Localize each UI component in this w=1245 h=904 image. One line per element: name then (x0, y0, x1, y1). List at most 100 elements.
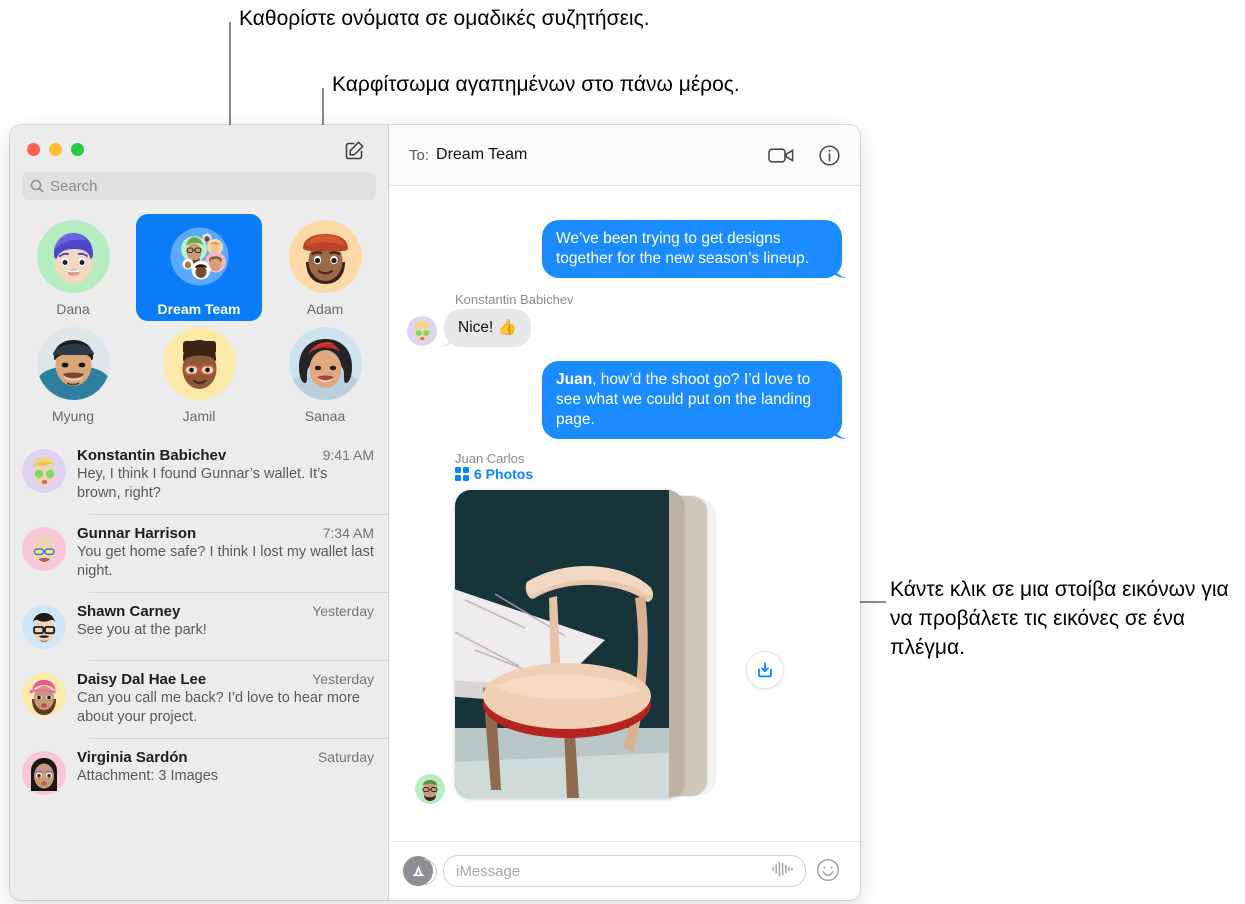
conversation-row-daisy-dal-hae-lee[interactable]: Daisy Dal Hae Lee Yesterday Can you call… (10, 660, 388, 738)
conversation-body: Virginia Sardón Saturday Attachment: 3 I… (77, 749, 374, 795)
message-composer: iMessage (389, 841, 860, 900)
conversation-body: Gunnar Harrison 7:34 AM You get home saf… (77, 525, 374, 581)
message-bubble-incoming[interactable]: Nice! 👍 (439, 309, 531, 347)
conversation-preview: Can you call me back? I’d love to hear m… (77, 690, 360, 725)
callout-pin-favorites: Καρφίτσωμα αγαπημένων στο πάνω μέρος. (332, 73, 740, 96)
message-input[interactable]: iMessage (443, 855, 806, 887)
message-bubble-outgoing[interactable]: Juan, how’d the shoot go? I’d love to se… (542, 361, 847, 439)
message-text: Nice! 👍 (458, 319, 517, 336)
message-row-outgoing: We’ve been trying to get designs togethe… (407, 220, 847, 278)
conversation-pane: To: Dream Team We’ve been trying to get … (388, 125, 860, 900)
conversation-body: Konstantin Babichev 9:41 AM Hey, I think… (77, 447, 374, 503)
conversation-time: Yesterday (312, 603, 374, 619)
pinned-item-adam[interactable]: Adam (262, 214, 388, 321)
photo-thumbnail[interactable] (455, 490, 683, 798)
pinned-conversations: Dana Dream Team Adam Myung Jamil Sanaa (10, 200, 388, 428)
minimize-button[interactable] (49, 143, 62, 156)
conversation-preview: Attachment: 3 Images (77, 768, 219, 784)
conversation-body: Daisy Dal Hae Lee Yesterday Can you call… (77, 671, 374, 727)
conversation-name: Shawn Carney (77, 603, 181, 620)
message-sender-name: Juan Carlos (455, 451, 525, 466)
conversation-preview: Hey, I think I found Gunnar’s wallet. It… (77, 466, 328, 501)
conversation-body: Shawn Carney Yesterday See you at the pa… (77, 603, 374, 649)
pinned-item-sanaa[interactable]: Sanaa (262, 321, 388, 428)
message-row-outgoing-mention: Juan, how’d the shoot go? I’d love to se… (407, 361, 847, 439)
close-button[interactable] (27, 143, 40, 156)
message-bubble-outgoing[interactable]: We’ve been trying to get designs togethe… (542, 220, 847, 278)
conversation-row-virginia-sardon[interactable]: Virginia Sardón Saturday Attachment: 3 I… (10, 738, 388, 806)
callout-photo-stack: Κάντε κλικ σε μια στοίβα εικόνων για να … (890, 578, 1229, 659)
audio-waveform-icon[interactable] (771, 860, 793, 882)
conversation-row-gunnar-harrison[interactable]: Gunnar Harrison 7:34 AM You get home saf… (10, 514, 388, 592)
conversation-name: Daisy Dal Hae Lee (77, 671, 207, 688)
conversation-list: Konstantin Babichev 9:41 AM Hey, I think… (10, 436, 388, 900)
message-text: We’ve been trying to get designs togethe… (556, 230, 810, 267)
avatar-dana (36, 220, 110, 293)
conversation-time: 9:41 AM (322, 447, 374, 463)
avatar-dream-team (162, 220, 236, 293)
messages-window: Search Dana Dream Team Adam Myung Jamil … (10, 125, 860, 900)
conversation-name: Konstantin Babichev (77, 447, 227, 464)
message-sender-name: Konstantin Babichev (455, 292, 574, 307)
conversation-time: Yesterday (312, 671, 374, 687)
grid-icon (455, 467, 469, 481)
conversation-preview: See you at the park! (77, 622, 207, 638)
info-icon[interactable] (816, 142, 842, 168)
app-store-icon[interactable] (403, 856, 437, 886)
avatar-adam (288, 220, 362, 293)
callout-group-names: Καθορίστε ονόματα σε ομαδικές συζητήσεις… (239, 7, 650, 30)
pinned-item-label: Dream Team (157, 301, 241, 317)
pinned-item-dream-team[interactable]: Dream Team (136, 214, 262, 321)
avatar-konstantin-babichev-small (407, 316, 437, 346)
conversation-name: Gunnar Harrison (77, 525, 197, 542)
smiley-icon[interactable] (816, 858, 842, 884)
recipient-name: Dream Team (436, 146, 528, 163)
avatar-daisy-dal-hae-lee (22, 673, 66, 717)
conversation-row-konstantin-babichev[interactable]: Konstantin Babichev 9:41 AM Hey, I think… (10, 436, 388, 514)
message-mention: Juan (556, 371, 593, 388)
bubble-tail (830, 261, 848, 279)
pinned-item-label: Dana (56, 301, 90, 317)
conversation-time: Saturday (317, 749, 374, 765)
search-input[interactable]: Search (22, 172, 376, 200)
pinned-item-myung[interactable]: Myung (10, 321, 136, 428)
download-icon (758, 662, 772, 678)
to-label: To: (409, 146, 430, 164)
sidebar: Search Dana Dream Team Adam Myung Jamil … (10, 125, 388, 900)
photo-attachment-block: Juan Carlos 6 Photos (407, 451, 842, 808)
compose-icon[interactable] (344, 139, 366, 161)
video-camera-icon[interactable] (768, 142, 794, 168)
avatar-juan-carlos-small (415, 774, 445, 804)
search-icon (30, 179, 44, 193)
conversation-header: To: Dream Team (389, 125, 860, 186)
pinned-item-dana[interactable]: Dana (10, 214, 136, 321)
pinned-item-label: Sanaa (304, 408, 346, 424)
photo-count[interactable]: 6 Photos (455, 466, 842, 482)
avatar-virginia-sardon (22, 751, 66, 795)
message-thread: We’ve been trying to get designs togethe… (389, 186, 860, 841)
photo-count-label: 6 Photos (474, 466, 534, 482)
bubble-tail (830, 422, 848, 440)
pinned-item-label: Adam (306, 301, 344, 317)
conversation-name: Virginia Sardón (77, 749, 188, 766)
avatar-konstantin-babichev (22, 449, 66, 493)
avatar-shawn-carney (22, 605, 66, 649)
conversation-row-shawn-carney[interactable]: Shawn Carney Yesterday See you at the pa… (10, 592, 388, 660)
download-button[interactable] (746, 651, 784, 689)
search-placeholder: Search (50, 177, 98, 195)
pinned-item-label: Myung (51, 408, 95, 424)
bubble-tail (438, 330, 456, 348)
zoom-button[interactable] (71, 143, 84, 156)
message-text: , how’d the shoot go? I’d love to see wh… (556, 371, 812, 428)
photo-stack[interactable] (415, 486, 715, 808)
avatar-jamil (162, 327, 236, 400)
avatar-sanaa (288, 327, 362, 400)
conversation-preview: You get home safe? I think I lost my wal… (77, 544, 374, 579)
conversation-time: 7:34 AM (322, 525, 374, 541)
pinned-item-jamil[interactable]: Jamil (136, 321, 262, 428)
pinned-item-label: Jamil (182, 408, 216, 424)
message-input-placeholder: iMessage (456, 862, 521, 880)
message-row-incoming: Nice! 👍 (407, 309, 842, 347)
avatar-gunnar-harrison (22, 527, 66, 571)
window-controls (27, 143, 84, 156)
